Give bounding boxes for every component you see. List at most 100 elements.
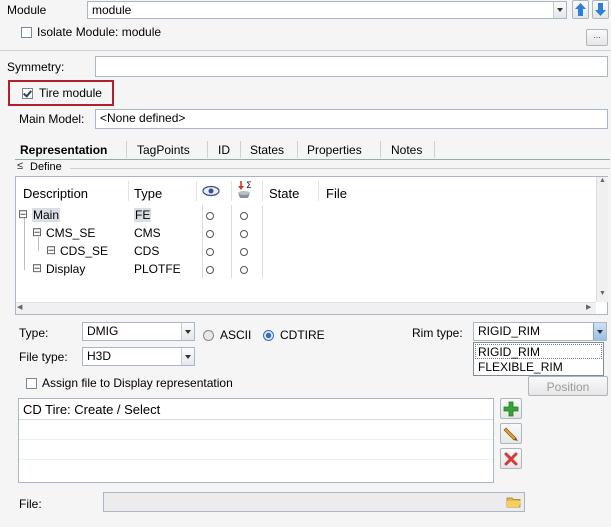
collapse-icon[interactable]: ⊟	[46, 243, 56, 257]
rim-option-flexible-label: FLEXIBLE_RIM	[478, 360, 563, 374]
file-type-dropdown-arrow[interactable]	[181, 348, 194, 365]
tab-representation-label: Representation	[20, 143, 108, 157]
scroll-right-icon[interactable]: ▶	[586, 303, 591, 311]
column-file[interactable]: File	[326, 186, 347, 201]
visibility-radio[interactable]	[206, 248, 214, 256]
rim-type-dropdown-list[interactable]: RIGID_RIM FLEXIBLE_RIM	[473, 342, 604, 376]
horizontal-scrollbar[interactable]: ◀ ▶	[16, 302, 596, 314]
folder-icon	[506, 497, 521, 508]
cdtire-radio[interactable]	[263, 330, 274, 341]
tree-row[interactable]: ⊟ Main FE	[18, 207, 205, 224]
load-radio[interactable]	[240, 248, 248, 256]
tab-notes-label: Notes	[391, 143, 423, 157]
load-radio[interactable]	[240, 266, 248, 274]
assign-checkbox[interactable]	[26, 378, 37, 389]
tree-row[interactable]: ⊟ CDS_SE CDS	[46, 243, 206, 260]
tab-separator	[434, 141, 435, 158]
type-label: Type:	[19, 326, 49, 340]
main-model-label: Main Model:	[19, 112, 85, 126]
row-type: PLOTFE	[134, 262, 181, 276]
tab-separator	[297, 141, 298, 158]
row-description: CMS_SE	[46, 226, 96, 240]
tab-states-label: States	[250, 143, 285, 157]
row-description: CDS_SE	[60, 244, 109, 258]
column-load[interactable]: Σ	[236, 180, 258, 205]
scroll-down-icon[interactable]: ▼	[599, 290, 606, 297]
ascii-radio[interactable]	[203, 330, 214, 341]
isolate-label: Isolate Module: module	[37, 25, 162, 39]
move-up-button[interactable]	[572, 0, 589, 19]
define-collapse-icon[interactable]: ≤	[17, 160, 23, 172]
column-visibility[interactable]	[201, 184, 221, 201]
move-down-button[interactable]	[592, 0, 609, 19]
load-sum-icon: Σ	[238, 181, 252, 198]
column-type[interactable]: Type	[134, 186, 162, 201]
type-select[interactable]: DMIG	[82, 322, 195, 341]
module-field[interactable]: module	[87, 1, 567, 19]
visibility-radio[interactable]	[206, 266, 214, 274]
row-type: FE	[134, 208, 152, 222]
tab-separator	[207, 141, 208, 158]
main-model-field[interactable]: <None defined>	[95, 109, 608, 129]
tree-row[interactable]: ⊟ Display PLOTFE	[32, 261, 202, 278]
define-line	[70, 168, 610, 169]
tree-row[interactable]: ⊟ CMS_SE CMS	[32, 225, 202, 242]
define-label: Define	[30, 161, 62, 173]
visibility-radio[interactable]	[206, 230, 214, 238]
browse-folder-button[interactable]	[506, 494, 522, 511]
type-value: DMIG	[87, 324, 119, 338]
type-dropdown-arrow[interactable]	[181, 323, 194, 340]
collapse-icon[interactable]: ⊟	[32, 261, 42, 275]
delete-tire-button[interactable]	[500, 448, 522, 469]
row-description: Display	[46, 262, 86, 276]
load-radio[interactable]	[240, 212, 248, 220]
file-type-select[interactable]: H3D	[82, 347, 195, 366]
assign-label: Assign file to Display representation	[42, 376, 233, 390]
ascii-label: ASCII	[220, 328, 252, 342]
cd-tire-header-text: CD Tire: Create / Select	[23, 402, 161, 417]
rim-option-rigid-label: RIGID_RIM	[478, 345, 541, 359]
scroll-up-icon[interactable]: ▲	[599, 177, 606, 184]
column-description[interactable]: Description	[23, 186, 88, 201]
row-description: Main	[32, 208, 61, 222]
scroll-left-icon[interactable]: ◀	[17, 303, 22, 311]
module-dropdown-arrow[interactable]	[553, 2, 566, 18]
row-type: CDS	[134, 244, 160, 258]
module-label: Module	[7, 3, 47, 17]
ellipsis-button[interactable]: ...	[586, 29, 608, 46]
collapse-icon[interactable]: ⊟	[18, 207, 28, 221]
svg-text:Σ: Σ	[246, 181, 252, 191]
column-separator	[318, 181, 319, 201]
cd-tire-list[interactable]: CD Tire: Create / Select	[18, 398, 494, 483]
collapse-icon[interactable]: ⊟	[32, 225, 42, 239]
eye-icon	[202, 185, 220, 197]
rim-type-select[interactable]: RIGID_RIM	[473, 322, 607, 341]
symmetry-field[interactable]	[95, 56, 608, 77]
load-radio[interactable]	[240, 230, 248, 238]
file-type-value: H3D	[87, 349, 112, 363]
tab-underline	[15, 159, 610, 160]
file-field[interactable]	[103, 492, 525, 512]
rim-option-flexible[interactable]: FLEXIBLE_RIM	[475, 360, 608, 375]
add-tire-button[interactable]	[500, 398, 522, 419]
column-gridline	[202, 205, 203, 278]
position-button[interactable]: Position	[528, 376, 608, 396]
rim-option-rigid[interactable]: RIGID_RIM	[475, 344, 602, 359]
isolate-checkbox[interactable]	[21, 27, 32, 38]
arrow-up-icon	[575, 3, 586, 16]
cdtire-label: CDTIRE	[280, 328, 325, 342]
column-separator	[231, 181, 232, 201]
edit-tire-button[interactable]	[500, 423, 522, 444]
column-separator	[128, 181, 129, 201]
file-type-label: File type:	[19, 350, 68, 364]
symmetry-label: Symmetry:	[7, 60, 65, 74]
tire-module-checkbox[interactable]	[22, 88, 33, 99]
rim-type-value: RIGID_RIM	[478, 324, 541, 338]
vertical-scrollbar[interactable]: ▲ ▼	[596, 177, 608, 302]
column-state[interactable]: State	[269, 186, 299, 201]
rim-type-label: Rim type:	[412, 326, 463, 340]
tree-guide	[24, 217, 25, 270]
position-label: Position	[546, 380, 590, 394]
visibility-radio[interactable]	[206, 212, 214, 220]
rim-type-dropdown-arrow[interactable]	[593, 323, 606, 340]
